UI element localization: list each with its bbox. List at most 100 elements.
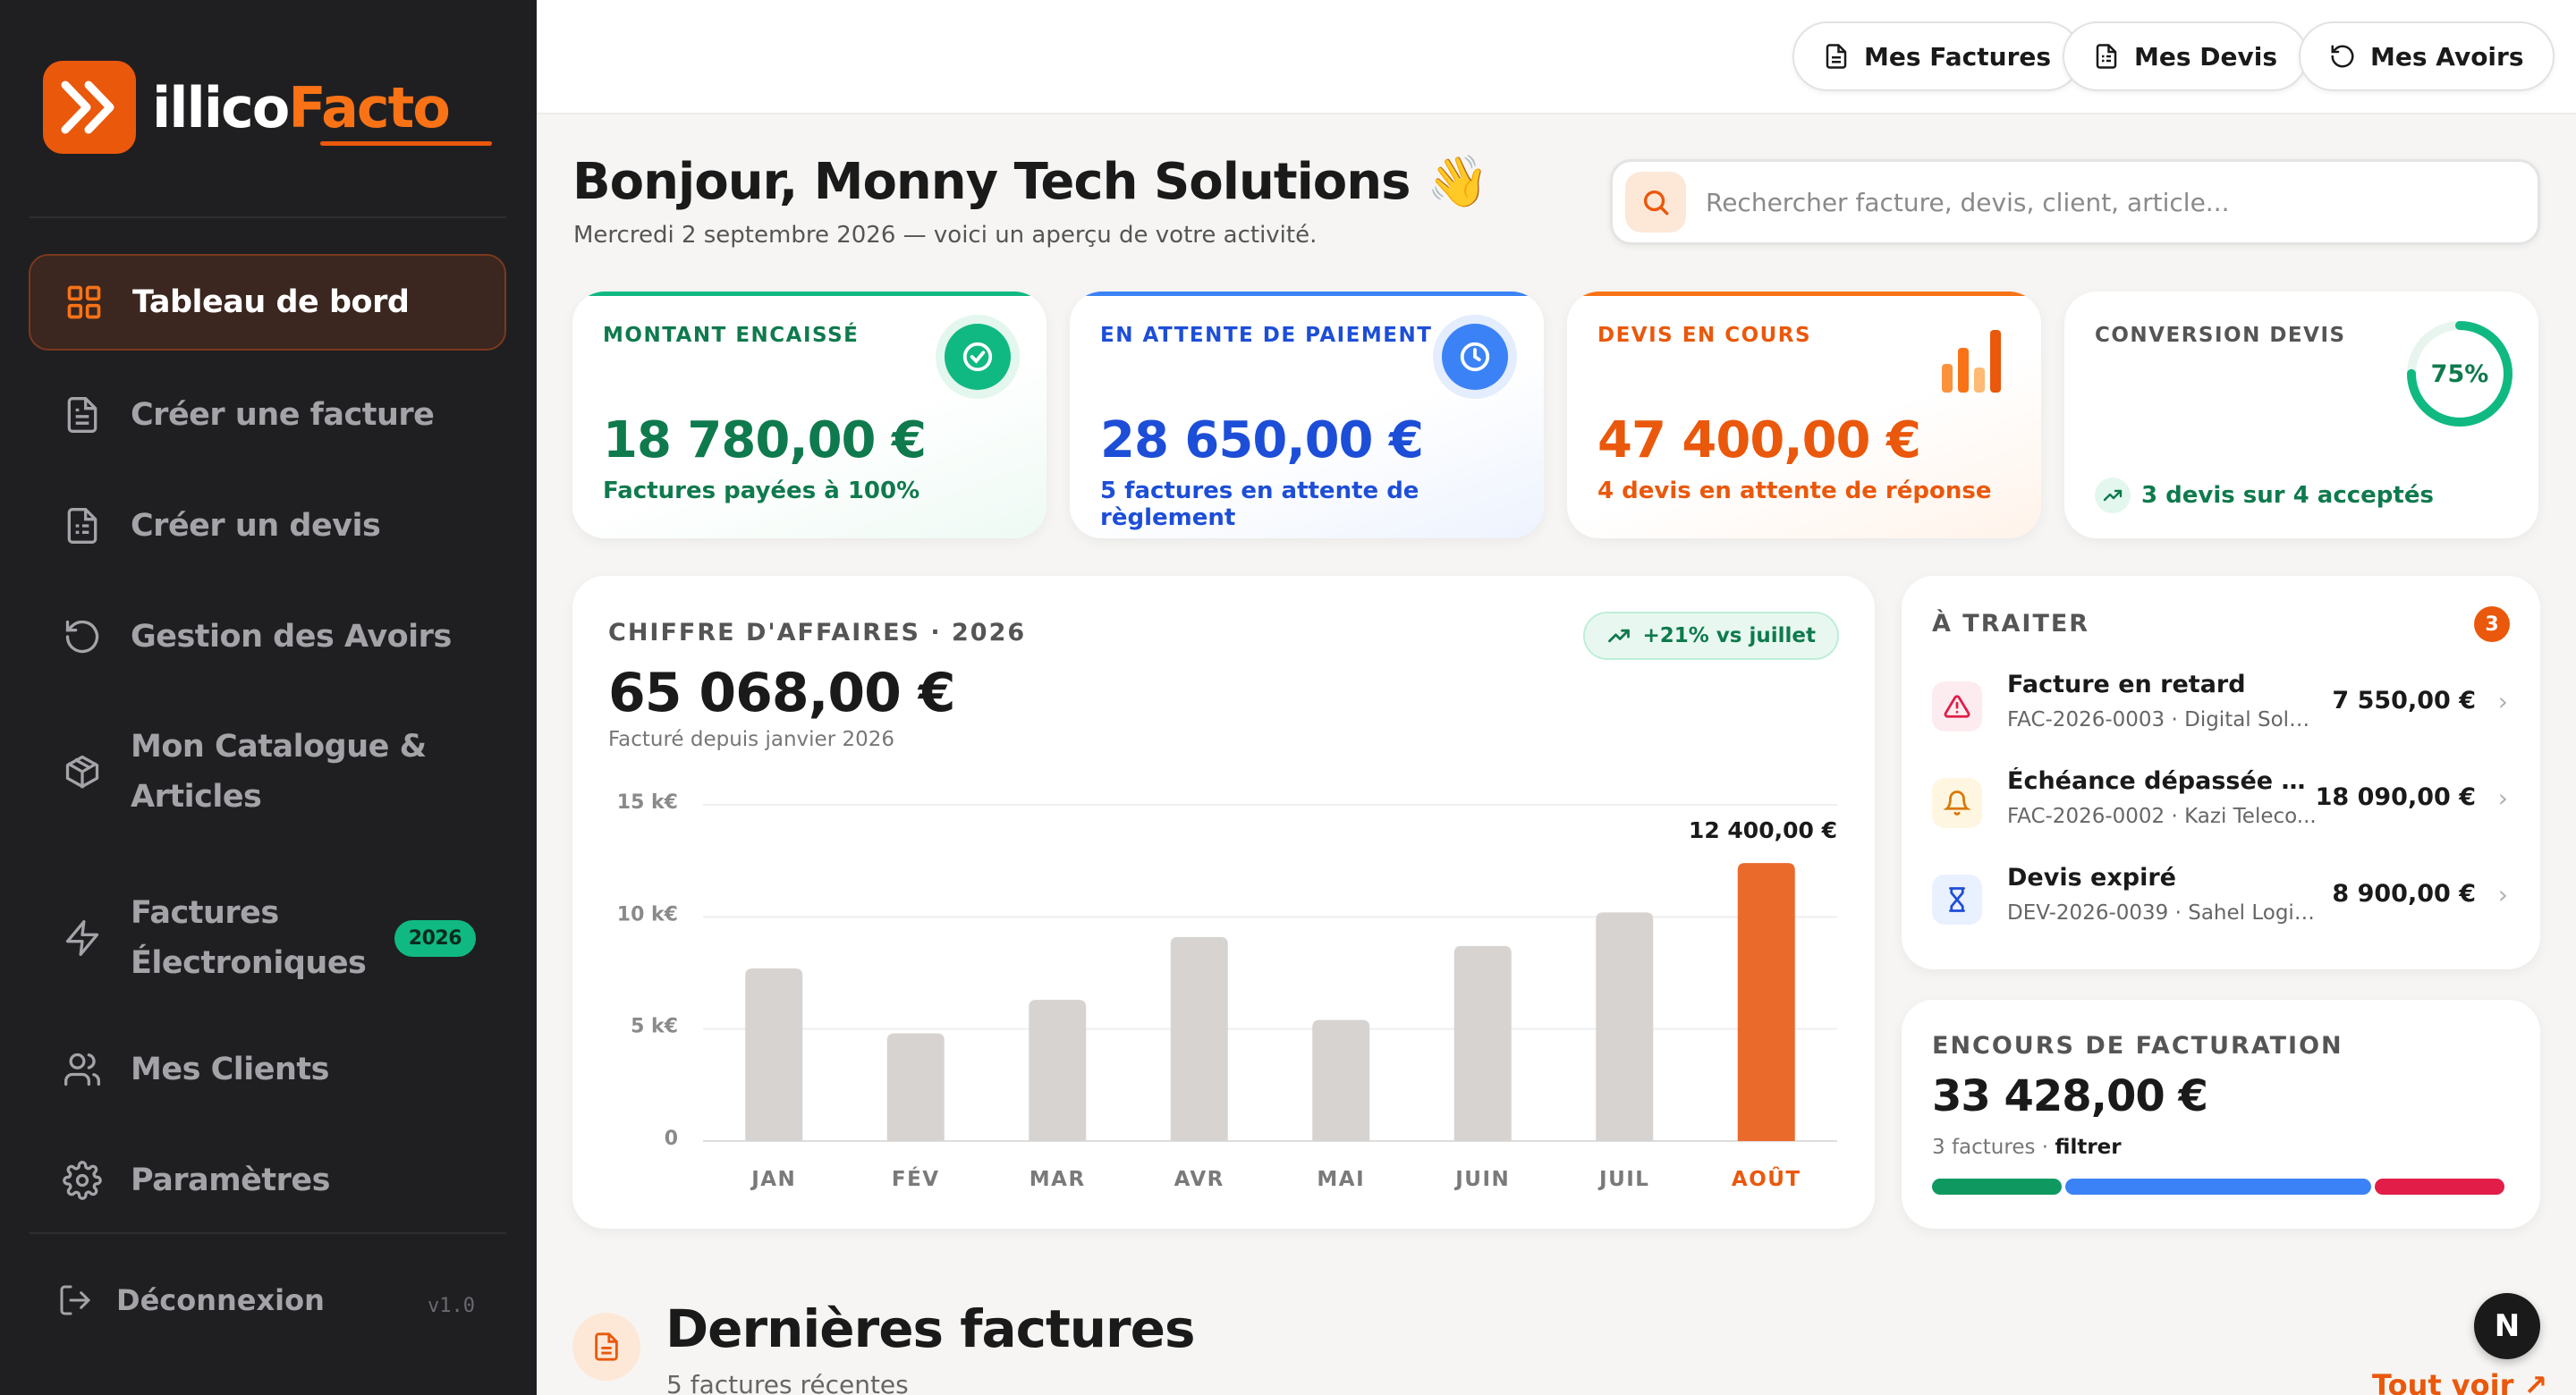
- sidebar-item-create-quote[interactable]: Créer un devis: [29, 481, 506, 571]
- sidebar-item-label: Créer un devis: [131, 508, 381, 544]
- x-tick-label: FÉV: [892, 1166, 940, 1191]
- todo-item-ref: FAC-2026-0003 · Digital Solut...: [2007, 708, 2317, 731]
- conversion-ring: 75%: [2404, 318, 2515, 429]
- my-invoices-button[interactable]: Mes Factures: [1792, 21, 2082, 91]
- my-quotes-button[interactable]: Mes Devis: [2063, 21, 2309, 91]
- kpi-title: MONTANT ENCAISSÉ: [603, 324, 860, 347]
- data-label: 12 400,00 €: [1689, 817, 1837, 843]
- todo-count-badge: 3: [2474, 606, 2510, 642]
- bar-chart-icon: [1939, 324, 2005, 393]
- todo-item-overdue-invoice[interactable]: Facture en retard FAC-2026-0003 · Digita…: [1932, 669, 2508, 749]
- brand-logo[interactable]: illicoFacto: [43, 61, 451, 154]
- sidebar-item-settings[interactable]: Paramètres: [29, 1136, 506, 1225]
- sidebar-item-dashboard[interactable]: Tableau de bord: [29, 254, 506, 351]
- sidebar-item-label: Paramètres: [131, 1162, 330, 1198]
- kpi-subtitle-text: 3 devis sur 4 acceptés: [2141, 482, 2434, 509]
- check-circle-icon: [945, 324, 1011, 390]
- grid-icon: [63, 281, 106, 324]
- outstanding-title: ENCOURS DE FACTURATION: [1932, 1032, 2343, 1060]
- sidebar-item-clients[interactable]: Mes Clients: [29, 1025, 506, 1114]
- sidebar: illicoFacto Tableau de bord Créer une fa…: [0, 0, 537, 1395]
- sidebar-item-label: Mes Clients: [131, 1052, 329, 1087]
- kpi-title: DEVIS EN COURS: [1597, 324, 1812, 347]
- bell-icon: [1932, 778, 1982, 828]
- chart-bar: [1453, 945, 1512, 1141]
- sidebar-item-create-invoice[interactable]: Créer une facture: [29, 370, 506, 460]
- chevron-right-icon: ›: [2497, 880, 2508, 909]
- todo-item-title: Facture en retard: [2007, 671, 2246, 698]
- chart-bar: [1170, 936, 1228, 1141]
- todo-item-expired-quote[interactable]: Devis expiré DEV-2026-0039 · Sahel Logis…: [1932, 862, 2508, 943]
- sidebar-item-label: Mon Catalogue & Articles: [131, 729, 427, 815]
- app-version: v1.0: [428, 1295, 475, 1317]
- sidebar-item-label: Factures Électroniques: [131, 895, 367, 981]
- rotate-ccw-icon: [2331, 45, 2354, 68]
- outstanding-segment: [2374, 1179, 2504, 1195]
- conversion-percent: 75%: [2430, 359, 2489, 388]
- x-tick-label: JUIL: [1597, 1168, 1649, 1191]
- filter-link[interactable]: filtrer: [2055, 1136, 2121, 1159]
- file-text-icon: [61, 393, 104, 436]
- top-bar: Mes Factures Mes Devis Mes Avoirs: [537, 0, 2576, 114]
- y-tick-label: 5 k€: [631, 1016, 678, 1038]
- search-bar[interactable]: [1610, 159, 2540, 245]
- kpi-subtitle: 3 devis sur 4 acceptés: [2095, 478, 2434, 513]
- chevron-right-icon: ›: [2497, 687, 2508, 716]
- assistant-fab-button[interactable]: N: [2474, 1293, 2540, 1359]
- todo-item-title: Échéance dépassée — ...: [2007, 767, 2311, 795]
- kpi-subtitle: Factures payées à 100%: [603, 478, 920, 504]
- my-quotes-label: Mes Devis: [2134, 41, 2278, 72]
- brand-name: illicoFacto: [152, 75, 451, 140]
- see-all-link[interactable]: Tout voir ↗: [2372, 1368, 2547, 1395]
- sidebar-item-e-invoices[interactable]: Factures Électroniques 2026: [29, 878, 506, 998]
- brand-underline: [320, 141, 492, 146]
- logo-mark-icon: [43, 61, 136, 154]
- kpi-card-collected[interactable]: MONTANT ENCAISSÉ 18 780,00 € Factures pa…: [572, 292, 1046, 538]
- logout-button[interactable]: Déconnexion: [57, 1282, 325, 1318]
- kpi-accent-bar: [572, 292, 1046, 296]
- new-badge: 2026: [394, 919, 476, 957]
- todo-item-ref: FAC-2026-0002 · Kazi Teleco...: [2007, 805, 2317, 828]
- sidebar-item-label: Créer une facture: [131, 397, 435, 433]
- kpi-title: EN ATTENTE DE PAIEMENT: [1100, 324, 1433, 347]
- sidebar-divider: [29, 216, 506, 218]
- outstanding-segment-bar: [1932, 1179, 2504, 1195]
- kpi-card-pending[interactable]: EN ATTENTE DE PAIEMENT 28 650,00 € 5 fac…: [1070, 292, 1544, 538]
- chevron-right-icon: ›: [2497, 783, 2508, 813]
- package-icon: [61, 750, 104, 793]
- kpi-card-quotes[interactable]: DEVIS EN COURS 47 400,00 € 4 devis en at…: [1567, 292, 2041, 538]
- chart-bar: [1029, 1000, 1087, 1141]
- my-credits-button[interactable]: Mes Avoirs: [2299, 21, 2555, 91]
- x-tick-label: AOÛT: [1732, 1166, 1801, 1191]
- chart-bar: [1737, 863, 1795, 1141]
- x-tick-label: AVR: [1174, 1168, 1224, 1191]
- wave-emoji-icon: 👋: [1426, 153, 1489, 211]
- todo-item-amount: 8 900,00 €: [2332, 880, 2476, 908]
- outstanding-count: 3 factures ·: [1932, 1136, 2055, 1159]
- kpi-card-conversion[interactable]: CONVERSION DEVIS 75% 3 devis sur 4 accep…: [2064, 292, 2538, 538]
- todo-item-due-passed[interactable]: Échéance dépassée — ... FAC-2026-0002 · …: [1932, 765, 2508, 846]
- todo-item-title: Devis expiré: [2007, 864, 2176, 892]
- latest-invoices-title: Dernières factures: [665, 1298, 1195, 1359]
- trending-up-icon: [2095, 478, 2131, 513]
- file-list-icon: [61, 504, 104, 547]
- search-icon: [1625, 172, 1686, 232]
- revenue-card: CHIFFRE D'AFFAIRES · 2026 65 068,00 € Fa…: [572, 576, 1875, 1229]
- y-tick-label: 0: [665, 1128, 678, 1150]
- sidebar-item-catalog[interactable]: Mon Catalogue & Articles: [29, 712, 506, 832]
- kpi-title: CONVERSION DEVIS: [2095, 324, 2346, 347]
- greeting-text: Bonjour, Monny Tech Solutions: [572, 153, 1411, 211]
- alert-triangle-icon: [1932, 681, 1982, 731]
- sidebar-item-credits[interactable]: Gestion des Avoirs: [29, 592, 506, 681]
- y-tick-label: 15 k€: [617, 791, 678, 814]
- file-list-icon: [2096, 44, 2117, 69]
- sidebar-item-label: Tableau de bord: [132, 284, 410, 320]
- logout-icon: [57, 1282, 93, 1318]
- todo-item-ref: DEV-2026-0039 · Sahel Logist...: [2007, 901, 2317, 925]
- search-input[interactable]: [1706, 187, 2511, 217]
- latest-invoices-subtitle: 5 factures récentes: [666, 1370, 909, 1395]
- kpi-value: 18 780,00 €: [603, 411, 927, 469]
- chart-bar: [1596, 912, 1654, 1141]
- logout-label: Déconnexion: [116, 1283, 325, 1317]
- todo-card: À TRAITER 3 Facture en retard FAC-2026-0…: [1902, 576, 2540, 969]
